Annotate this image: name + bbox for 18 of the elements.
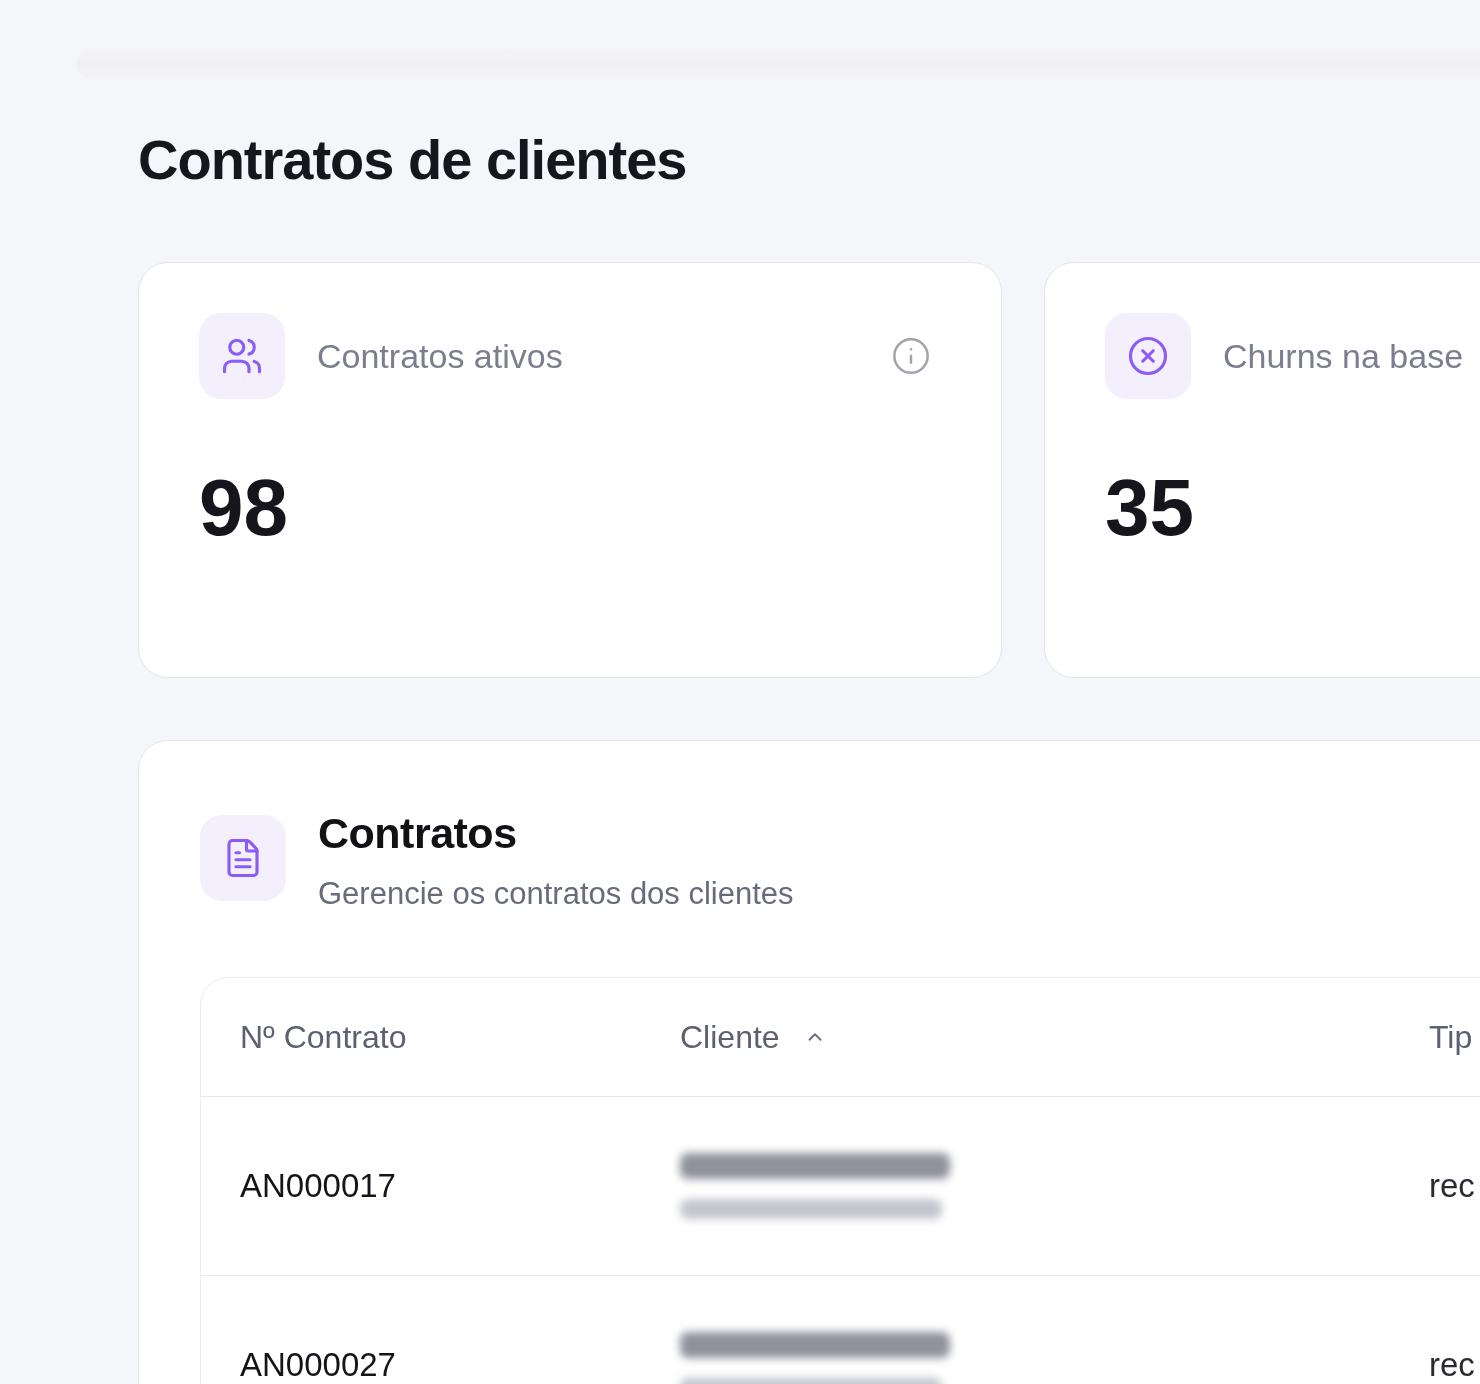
stat-value: 98 [199,468,288,548]
info-icon[interactable] [891,336,931,376]
stat-label: Contratos ativos [317,336,563,376]
table-cell: rec [1429,1345,1475,1384]
contract-number-cell: AN000027 [240,1345,396,1384]
document-icon [200,815,286,901]
column-header[interactable]: Cliente [680,1017,826,1057]
contract-number-cell: AN000017 [240,1166,396,1206]
stat-label: Churns na base [1223,336,1464,376]
section-title: Contratos [318,808,517,858]
table-cell: rec [1429,1166,1475,1206]
column-header[interactable]: Tip [1429,1017,1473,1057]
page-title: Contratos de clientes [138,128,687,192]
column-header[interactable]: Nº Contrato [240,1017,407,1057]
stat-value: 35 [1105,468,1194,548]
section-subtitle: Gerencie os contratos dos clientes [318,875,794,913]
circle-x-icon [1105,313,1191,399]
users-icon [199,313,285,399]
